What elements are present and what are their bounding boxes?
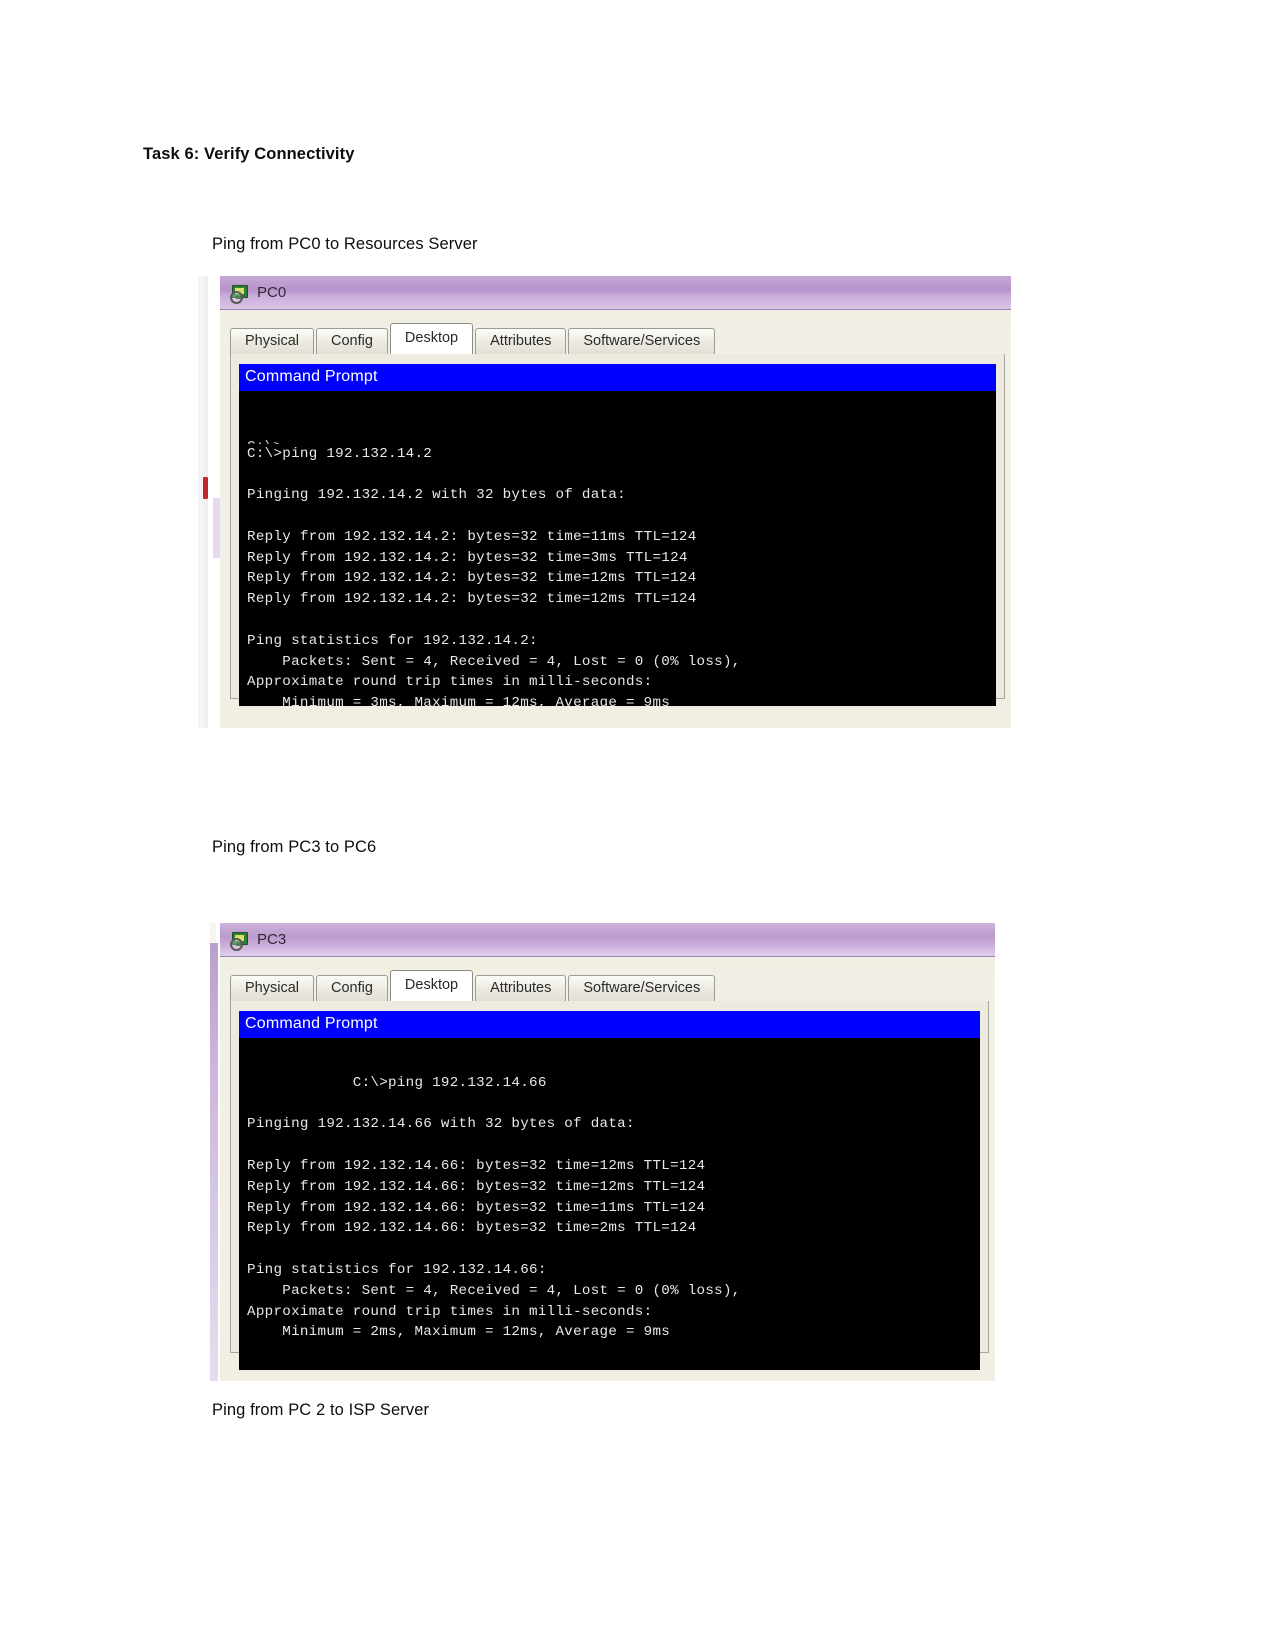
scan-red-mark — [203, 477, 208, 499]
pc-device-icon — [230, 931, 250, 949]
terminal-output[interactable]: C:\> C:\>ping 192.132.14.2 Pinging 192.13… — [239, 391, 996, 706]
figure-pc3-screenshot: PC3 Physical Config Desktop Attributes S… — [210, 923, 995, 1381]
page-title: Task 6: Verify Connectivity — [143, 145, 354, 164]
terminal-output[interactable]: C:\>ping 192.132.14.66 Pinging 192.132.1… — [239, 1038, 980, 1370]
scan-artifact-left-2 — [204, 276, 208, 728]
terminal-clipped-line: C:\> — [247, 437, 990, 444]
pc-device-icon — [230, 284, 250, 302]
window-title: PC0 — [257, 284, 286, 301]
tab-desktop[interactable]: Desktop — [390, 970, 473, 1001]
packet-tracer-window-pc3: PC3 Physical Config Desktop Attributes S… — [220, 923, 995, 1381]
window-titlebar: PC0 — [220, 276, 1011, 310]
window-body: Physical Config Desktop Attributes Softw… — [220, 324, 1011, 699]
window-title: PC3 — [257, 931, 286, 948]
tabstrip: Physical Config Desktop Attributes Softw… — [230, 971, 995, 1001]
packet-tracer-window-pc0: PC0 Physical Config Desktop Attributes S… — [220, 276, 1011, 728]
caption-ping-pc2-isp: Ping from PC 2 to ISP Server — [212, 1401, 429, 1420]
terminal-text: C:\>ping 192.132.14.66 Pinging 192.132.1… — [247, 1075, 741, 1341]
window-body: Physical Config Desktop Attributes Softw… — [220, 971, 995, 1353]
tab-software-services[interactable]: Software/Services — [568, 975, 715, 1001]
scan-purple-strip — [210, 943, 218, 1381]
tab-attributes[interactable]: Attributes — [475, 975, 566, 1001]
tabstrip: Physical Config Desktop Attributes Softw… — [230, 324, 1011, 354]
tab-config[interactable]: Config — [316, 975, 388, 1001]
caption-ping-pc0-resources: Ping from PC0 to Resources Server — [212, 235, 478, 254]
tab-config[interactable]: Config — [316, 328, 388, 354]
tab-physical[interactable]: Physical — [230, 975, 314, 1001]
tab-software-services[interactable]: Software/Services — [568, 328, 715, 354]
terminal-text: C:\>ping 192.132.14.2 Pinging 192.132.14… — [247, 446, 741, 706]
scan-pink-mark — [213, 498, 220, 558]
command-prompt-header: Command Prompt — [239, 364, 996, 391]
tab-physical[interactable]: Physical — [230, 328, 314, 354]
command-prompt-header: Command Prompt — [239, 1011, 980, 1038]
caption-ping-pc3-pc6: Ping from PC3 to PC6 — [212, 838, 376, 857]
document-page: Task 6: Verify Connectivity Ping from PC… — [0, 0, 1275, 1650]
desktop-tab-panel: Command Prompt C:\>C:\>ping 192.132.14.2… — [230, 354, 1005, 699]
tab-desktop[interactable]: Desktop — [390, 323, 473, 354]
figure-pc0-screenshot: PC0 Physical Config Desktop Attributes S… — [198, 276, 1011, 728]
desktop-tab-panel: Command Prompt C:\>ping 192.132.14.66 Pi… — [230, 1001, 989, 1353]
window-titlebar: PC3 — [220, 923, 995, 957]
tab-attributes[interactable]: Attributes — [475, 328, 566, 354]
